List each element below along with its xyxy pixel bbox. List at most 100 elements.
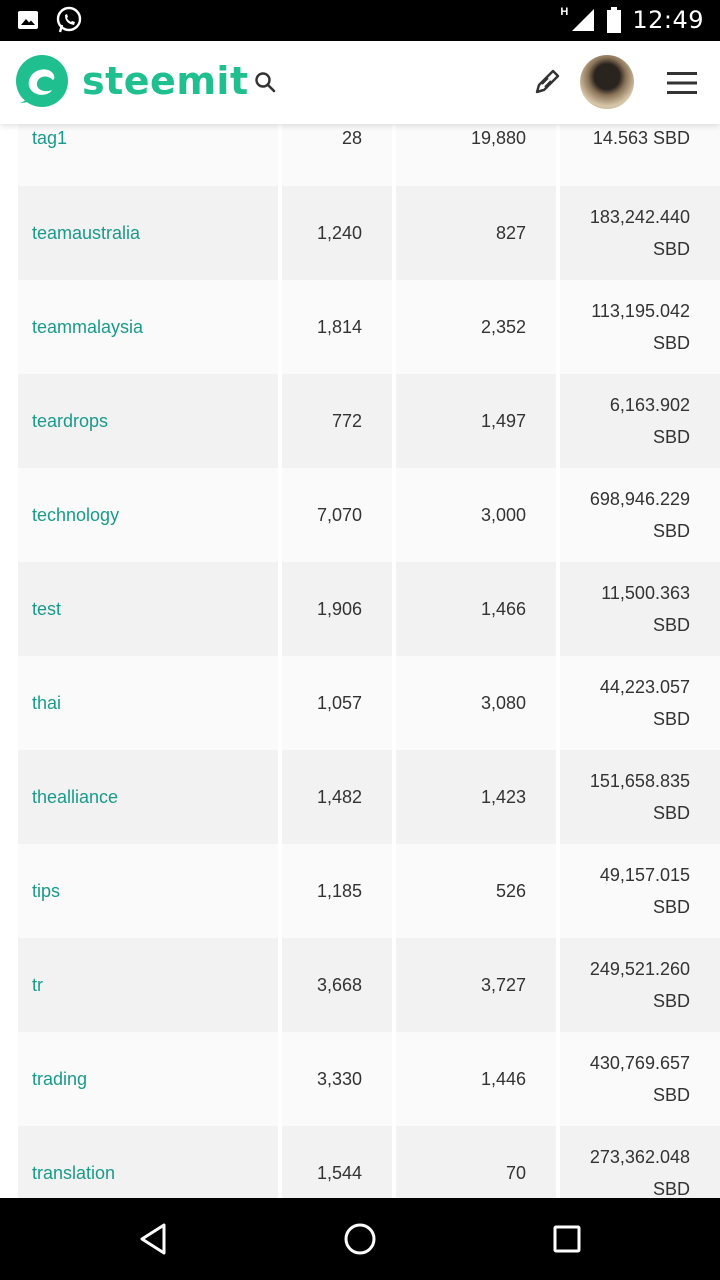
- tag-link[interactable]: test: [32, 599, 61, 619]
- payout-unit: SBD: [652, 803, 690, 823]
- comments-cell: 827: [396, 186, 556, 280]
- payout-cell: 273,362.048 SBD: [560, 1126, 720, 1198]
- payout-cell: 430,769.657 SBD: [560, 1032, 720, 1126]
- payout-unit: SBD: [652, 709, 690, 729]
- posts-cell: 772: [282, 374, 392, 468]
- tag-cell: teardrops: [18, 374, 278, 468]
- payout-value: 430,769.657: [589, 1053, 690, 1073]
- payout-cell: 44,223.057 SBD: [560, 656, 720, 750]
- status-bar: H 12:49: [0, 0, 720, 41]
- payout-cell: 249,521.260 SBD: [560, 938, 720, 1032]
- home-button[interactable]: [340, 1219, 380, 1259]
- payout-cell: 113,195.042 SBD: [560, 280, 720, 374]
- recents-icon: [553, 1225, 581, 1253]
- tag-cell: teamaustralia: [18, 186, 278, 280]
- table-row: trading 3,330 1,446 430,769.657 SBD: [18, 1032, 720, 1126]
- payout-unit: SBD: [652, 427, 690, 447]
- table-row: tips 1,185 526 49,157.015 SBD: [18, 844, 720, 938]
- avatar[interactable]: [580, 55, 634, 109]
- payout-cell: 151,658.835 SBD: [560, 750, 720, 844]
- payout-cell: 14.563 SBD: [560, 124, 720, 186]
- table-row: tag1 28 19,880 14.563 SBD: [18, 124, 720, 186]
- payout-value: 113,195.042: [591, 301, 690, 321]
- tags-table-container[interactable]: tag1 28 19,880 14.563 SBD teamaustralia 1,240…: [0, 124, 720, 1198]
- payout-unit: SBD: [652, 1085, 690, 1105]
- payout-unit: SBD: [652, 897, 690, 917]
- tag-link[interactable]: thealliance: [32, 787, 118, 807]
- tag-link[interactable]: trading: [32, 1069, 87, 1089]
- comments-cell: 2,352: [396, 280, 556, 374]
- payout-unit: SBD: [652, 991, 690, 1011]
- whatsapp-icon: [56, 6, 82, 33]
- table-row: tr 3,668 3,727 249,521.260 SBD: [18, 938, 720, 1032]
- tag-cell: technology: [18, 468, 278, 562]
- tag-link[interactable]: tag1: [32, 128, 67, 148]
- payout-cell: 6,163.902 SBD: [560, 374, 720, 468]
- tag-cell: test: [18, 562, 278, 656]
- brand-home-link[interactable]: steemit: [14, 53, 249, 109]
- payout-unit: SBD: [652, 521, 690, 541]
- posts-cell: 3,668: [282, 938, 392, 1032]
- recents-button[interactable]: [547, 1219, 587, 1259]
- payout-cell: 698,946.229 SBD: [560, 468, 720, 562]
- tag-cell: translation: [18, 1126, 278, 1198]
- app-header: steemit: [0, 41, 720, 124]
- posts-cell: 28: [282, 124, 392, 186]
- hamburger-menu-icon: [667, 72, 697, 94]
- comments-cell: 70: [396, 1126, 556, 1198]
- table-row: thai 1,057 3,080 44,223.057 SBD: [18, 656, 720, 750]
- signal-icon: [572, 9, 595, 31]
- posts-cell: 3,330: [282, 1032, 392, 1126]
- comments-cell: 1,466: [396, 562, 556, 656]
- comments-cell: 1,423: [396, 750, 556, 844]
- tag-link[interactable]: technology: [32, 505, 119, 525]
- payout-unit: SBD: [652, 1179, 690, 1198]
- payout-value: 249,521.260: [589, 959, 690, 979]
- back-button[interactable]: [134, 1219, 174, 1259]
- payout-unit: SBD: [652, 333, 690, 353]
- clock: 12:49: [632, 6, 704, 34]
- tag-link[interactable]: translation: [32, 1163, 115, 1183]
- menu-button[interactable]: [664, 67, 700, 99]
- comments-cell: 3,727: [396, 938, 556, 1032]
- payout-value: 698,946.229: [589, 489, 690, 509]
- submit-post-button[interactable]: [528, 63, 566, 101]
- payout-value: 6,163.902: [609, 395, 690, 415]
- tag-cell: trading: [18, 1032, 278, 1126]
- comments-cell: 3,000: [396, 468, 556, 562]
- payout-unit: SBD: [652, 239, 690, 259]
- posts-cell: 1,240: [282, 186, 392, 280]
- tag-link[interactable]: tr: [32, 975, 43, 995]
- steemit-logo-icon: [16, 55, 68, 107]
- comments-cell: 19,880: [396, 124, 556, 186]
- tag-cell: teammalaysia: [18, 280, 278, 374]
- posts-cell: 1,185: [282, 844, 392, 938]
- payout-cell: 183,242.440 SBD: [560, 186, 720, 280]
- table-row: teamaustralia 1,240 827 183,242.440 SBD: [18, 186, 720, 280]
- tag-cell: tr: [18, 938, 278, 1032]
- search-icon: [255, 72, 276, 93]
- tag-link[interactable]: tips: [32, 881, 60, 901]
- comments-cell: 3,080: [396, 656, 556, 750]
- system-nav-bar: [0, 1198, 720, 1280]
- payout-unit: SBD: [652, 615, 690, 635]
- payout-value: 183,242.440: [589, 207, 690, 227]
- search-button[interactable]: [250, 67, 280, 97]
- pencil-icon: [535, 69, 560, 94]
- payout-value: 49,157.015: [599, 865, 690, 885]
- tag-link[interactable]: thai: [32, 693, 61, 713]
- payout-value: 273,362.048: [589, 1147, 690, 1167]
- tag-cell: thealliance: [18, 750, 278, 844]
- posts-cell: 1,544: [282, 1126, 392, 1198]
- brand-name: steemit: [82, 59, 249, 103]
- tags-table: tag1 28 19,880 14.563 SBD teamaustralia 1,240…: [14, 124, 720, 1198]
- table-row: teammalaysia 1,814 2,352 113,195.042 SBD: [18, 280, 720, 374]
- comments-cell: 1,497: [396, 374, 556, 468]
- tag-link[interactable]: teardrops: [32, 411, 108, 431]
- network-type-label: H: [560, 6, 569, 18]
- posts-cell: 1,482: [282, 750, 392, 844]
- image-icon: [18, 11, 38, 29]
- tag-link[interactable]: teamaustralia: [32, 223, 140, 243]
- table-row: test 1,906 1,466 11,500.363 SBD: [18, 562, 720, 656]
- tag-link[interactable]: teammalaysia: [32, 317, 143, 337]
